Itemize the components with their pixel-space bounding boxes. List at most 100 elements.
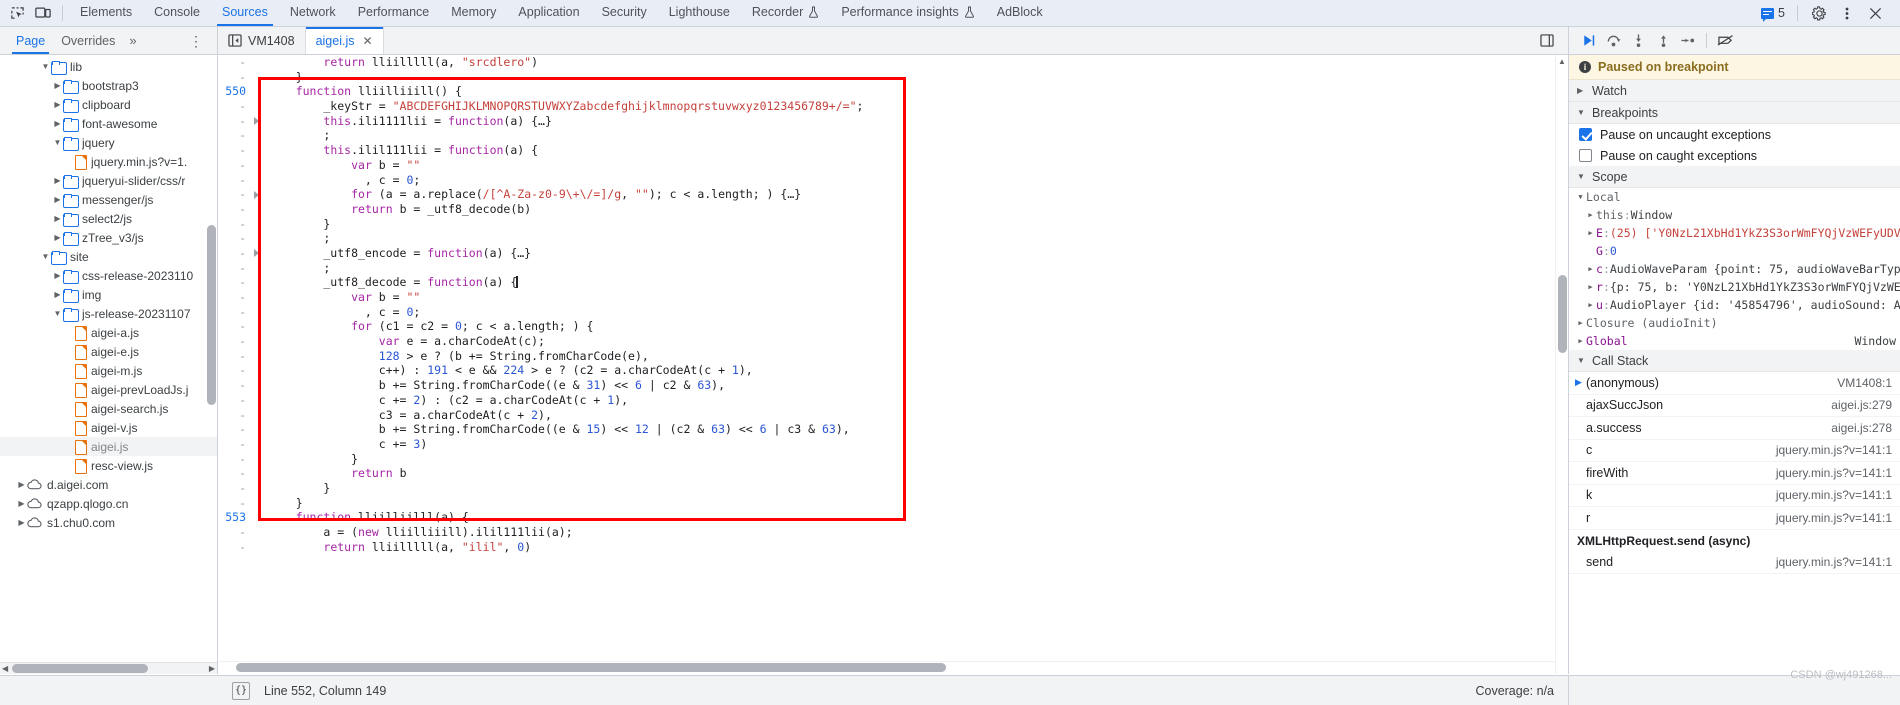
chevron-down-icon[interactable]: ▼	[1575, 193, 1586, 201]
call-stack-source-location[interactable]: jquery.min.js?v=141:1	[1776, 488, 1892, 502]
chevron-down-icon[interactable]: ▼	[40, 62, 51, 71]
pause-uncaught-exceptions-checkbox[interactable]	[1579, 128, 1592, 141]
editor-vertical-scrollbar[interactable]: ▲	[1555, 55, 1568, 674]
step-over-button[interactable]	[1602, 30, 1624, 52]
code-text[interactable]: }	[264, 481, 330, 496]
call-stack-row[interactable]: ▶ (anonymous) VM1408:1	[1569, 372, 1900, 395]
call-stack-row[interactable]: ajaxSuccJson aigei.js:279	[1569, 395, 1900, 417]
scope-variable-row[interactable]: ▶ Closure (audioInit)	[1569, 314, 1900, 332]
code-text[interactable]: b += String.fromCharCode((e & 31) << 6 |…	[264, 378, 725, 393]
call-stack-source-location[interactable]: aigei.js:278	[1831, 421, 1892, 435]
code-text[interactable]: return lliilllll(a, "ilil", 0)	[264, 540, 531, 555]
tree-folder-row[interactable]: ▶ clipboard	[0, 95, 217, 114]
gear-icon[interactable]	[1806, 1, 1832, 25]
tree-folder-row[interactable]: ▶ bootstrap3	[0, 76, 217, 95]
editor-horizontal-scrollbar[interactable]	[218, 661, 1555, 674]
code-text[interactable]: ;	[264, 261, 330, 276]
resume-script-button[interactable]	[1577, 30, 1599, 52]
line-number[interactable]: -	[218, 378, 252, 393]
code-text[interactable]: , c = 0;	[264, 173, 420, 188]
code-text[interactable]: c += 2) : (c2 = a.charCodeAt(c + 1),	[264, 393, 628, 408]
scope-variable-row[interactable]: G: 0	[1569, 242, 1900, 260]
tab-console[interactable]: Console	[143, 0, 211, 26]
line-number[interactable]: -	[218, 128, 252, 143]
code-text[interactable]: function lliilliiill() {	[264, 84, 462, 99]
call-stack-source-location[interactable]: aigei.js:279	[1831, 398, 1892, 412]
file-navigator-pane[interactable]: ▼ lib ▶ bootstrap3 ▶ clipboard ▶ font-awesome ▼ j…	[0, 55, 218, 674]
tree-folder-row[interactable]: ▼ jquery	[0, 133, 217, 152]
scope-variable-row[interactable]: ▶ r: {p: 75, b: 'Y0NzL21XbHd1YkZ3S3orWmFY…	[1569, 278, 1900, 296]
call-stack-source-location[interactable]: jquery.min.js?v=141:1	[1776, 466, 1892, 480]
chevron-down-icon[interactable]: ▼	[52, 309, 63, 318]
line-number[interactable]: -	[218, 452, 252, 467]
scrollbar-thumb[interactable]	[12, 664, 148, 673]
line-number[interactable]: -	[218, 393, 252, 408]
line-number[interactable]: -	[218, 437, 252, 452]
chevron-down-icon[interactable]: ▼	[52, 138, 63, 147]
tree-folder-row[interactable]: ▼ site	[0, 247, 217, 266]
chevron-right-icon[interactable]: ▶	[16, 499, 27, 508]
scope-variable-row[interactable]: ▶ E: (25) ['Y0NzL21XbHd1YkZ3S3orWmFYQjVzW…	[1569, 224, 1900, 242]
step-out-button[interactable]	[1652, 30, 1674, 52]
editor-tab-vm1408[interactable]: VM1408	[218, 27, 306, 54]
line-number[interactable]: -	[218, 540, 252, 555]
call-stack-row[interactable]: fireWith jquery.min.js?v=141:1	[1569, 462, 1900, 485]
code-text[interactable]: }	[264, 496, 303, 511]
call-stack-source-location[interactable]: VM1408:1	[1837, 376, 1892, 390]
tree-file-row[interactable]: aigei.js	[0, 437, 217, 456]
line-number[interactable]: -	[218, 231, 252, 246]
call-stack-row[interactable]: c jquery.min.js?v=141:1	[1569, 440, 1900, 462]
tab-adblock[interactable]: AdBlock	[986, 0, 1054, 26]
call-stack-source-location[interactable]: jquery.min.js?v=141:1	[1776, 443, 1892, 457]
tree-file-row[interactable]: aigei-e.js	[0, 342, 217, 361]
code-text[interactable]: for (c1 = c2 = 0; c < a.length; ) {	[264, 319, 593, 334]
step-button[interactable]	[1677, 30, 1699, 52]
code-text[interactable]: }	[264, 452, 358, 467]
code-text[interactable]: 128 > e ? (b += String.fromCharCode(e),	[264, 349, 649, 364]
tree-file-row[interactable]: aigei-a.js	[0, 323, 217, 342]
line-number[interactable]: -	[218, 363, 252, 378]
code-text[interactable]: for (a = a.replace(/[^A-Za-z0-9\+\/=]/g,…	[264, 187, 801, 202]
editor-tab-aigei-js[interactable]: aigei.js ✕	[305, 27, 384, 54]
more-options-icon[interactable]	[1834, 1, 1860, 25]
chevron-right-icon[interactable]: ▶	[52, 119, 63, 128]
chevron-right-icon[interactable]: ▶	[1585, 211, 1596, 219]
line-number[interactable]: -	[218, 319, 252, 334]
deactivate-breakpoints-button[interactable]	[1714, 30, 1736, 52]
tree-folder-row[interactable]: ▶ css-release-2023110	[0, 266, 217, 285]
tree-file-row[interactable]: aigei-v.js	[0, 418, 217, 437]
panel-toggle-icon[interactable]	[228, 34, 242, 47]
chevron-right-icon[interactable]: ▶	[16, 480, 27, 489]
collapsed-function-marker-icon[interactable]	[252, 187, 264, 202]
scope-variable-row[interactable]: ▶ Global Window	[1569, 332, 1900, 350]
chevron-right-icon[interactable]: ▶	[16, 518, 27, 527]
call-stack-row[interactable]: k jquery.min.js?v=141:1	[1569, 485, 1900, 507]
step-into-button[interactable]	[1627, 30, 1649, 52]
scope-variable-row[interactable]: ▼ Local	[1569, 188, 1900, 206]
code-text[interactable]: this.ili1111lii = function(a) {…}	[264, 114, 552, 129]
code-text[interactable]: b += String.fromCharCode((e & 15) << 12 …	[264, 422, 850, 437]
scope-variable-row[interactable]: ▶ this: Window	[1569, 206, 1900, 224]
line-number[interactable]: -	[218, 290, 252, 305]
tab-network[interactable]: Network	[279, 0, 347, 26]
chevron-right-icon[interactable]: ▶	[1575, 337, 1586, 345]
chevron-right-icon[interactable]: ▶	[52, 214, 63, 223]
tree-folder-row[interactable]: ▶ jqueryui-slider/css/r	[0, 171, 217, 190]
line-number[interactable]: -	[218, 422, 252, 437]
chevron-right-icon[interactable]: ▶	[52, 233, 63, 242]
tree-domain-row[interactable]: ▶ s1.chu0.com	[0, 513, 217, 532]
tab-lighthouse[interactable]: Lighthouse	[658, 0, 741, 26]
line-number[interactable]: -	[218, 158, 252, 173]
code-text[interactable]: a = (new lliilliiill).ilil111lii(a);	[264, 525, 572, 540]
code-text[interactable]: var b = ""	[264, 290, 420, 305]
scrollbar-thumb[interactable]	[236, 663, 946, 672]
tree-folder-row[interactable]: ▼ js-release-20231107	[0, 304, 217, 323]
tree-file-row[interactable]: resc-view.js	[0, 456, 217, 475]
line-number[interactable]: -	[218, 466, 252, 481]
code-text[interactable]: }	[264, 70, 303, 85]
pause-caught-exceptions-checkbox[interactable]	[1579, 149, 1592, 162]
code-text[interactable]: ;	[264, 128, 330, 143]
scroll-right-icon[interactable]: ▶	[207, 664, 217, 673]
pause-caught-exceptions-row[interactable]: Pause on caught exceptions	[1569, 145, 1900, 166]
chevron-right-icon[interactable]: ▶	[1575, 319, 1586, 327]
